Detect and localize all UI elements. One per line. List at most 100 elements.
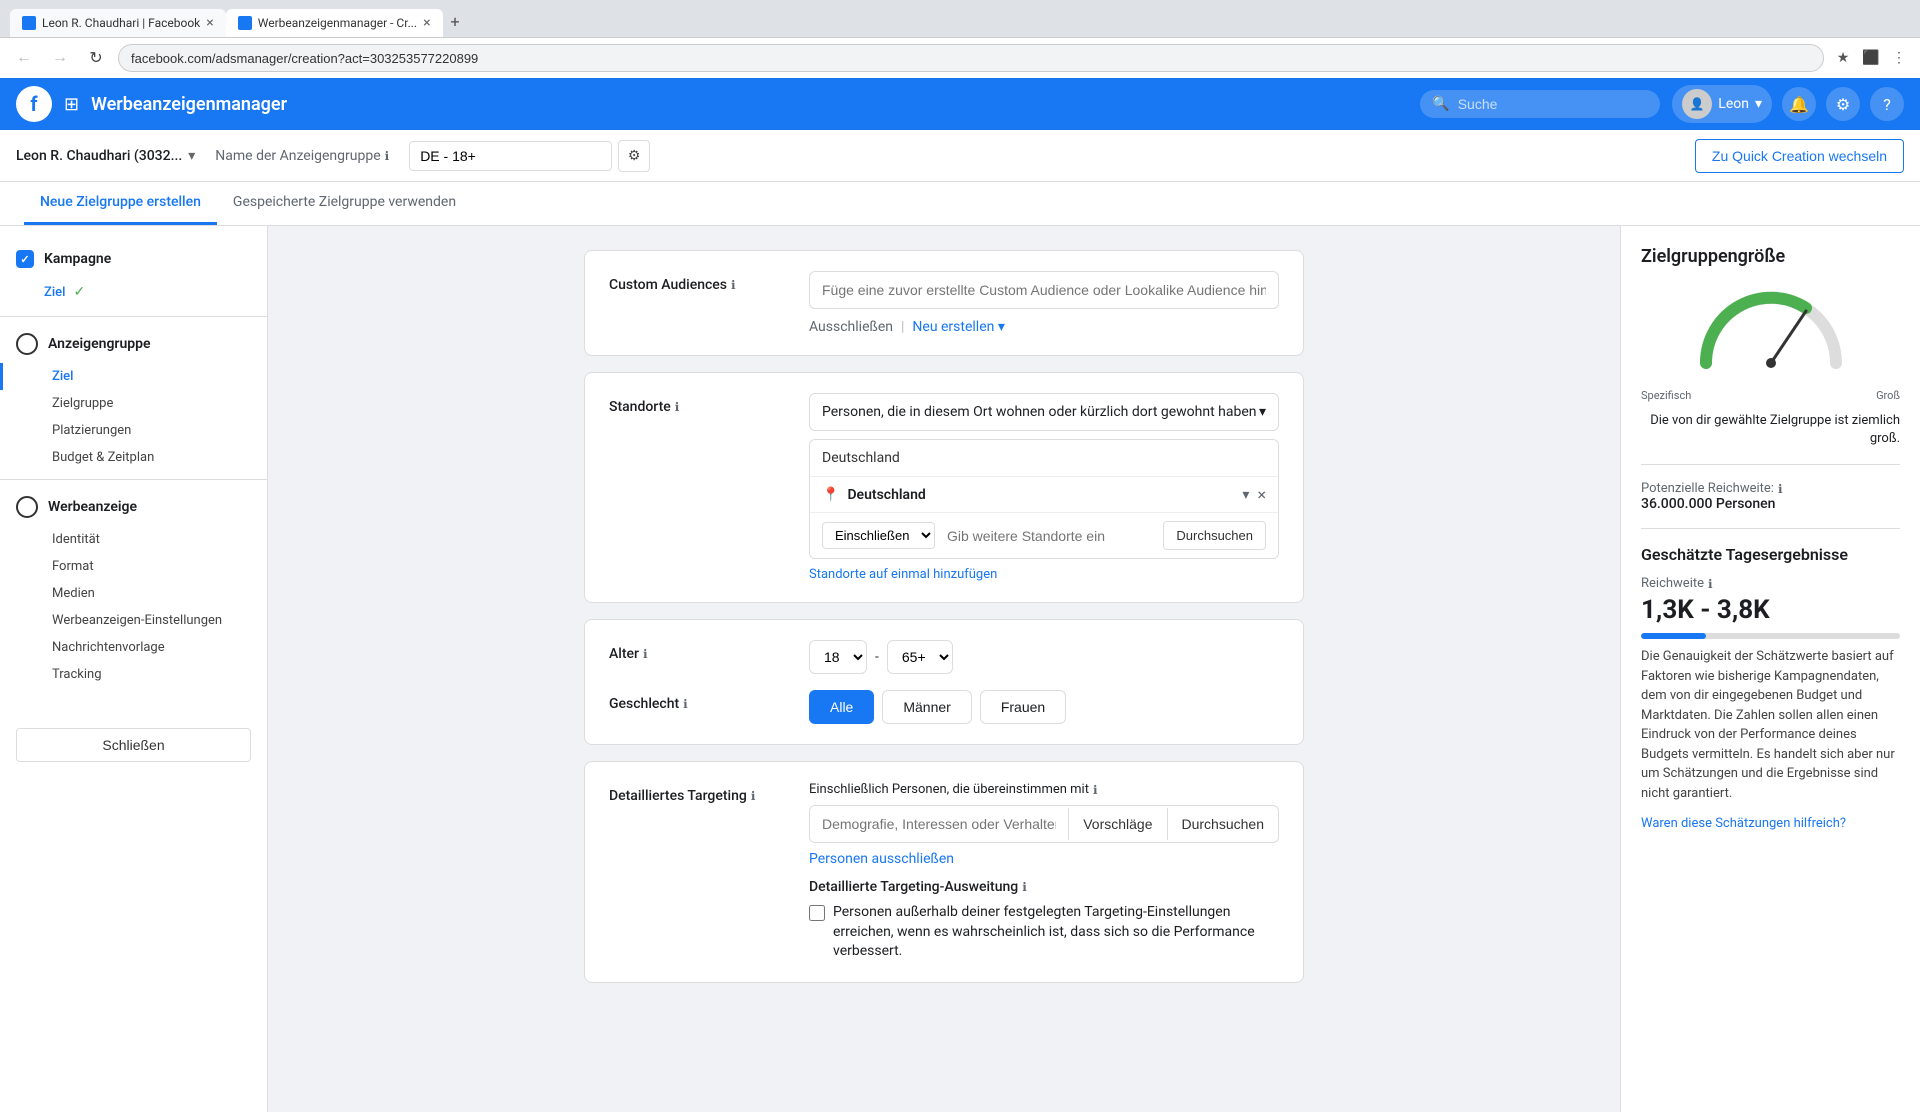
back-btn[interactable]: ← <box>10 44 38 72</box>
exclude-persons-link[interactable]: Personen ausschließen <box>809 851 954 867</box>
add-bulk-link[interactable]: Standorte auf einmal hinzufügen <box>809 567 1279 582</box>
forward-btn[interactable]: → <box>46 44 74 72</box>
sidebar-item-zielgruppe[interactable]: Zielgruppe <box>0 390 267 417</box>
browser-tab-1[interactable]: Leon R. Chaudhari | Facebook × <box>10 9 226 37</box>
gender-alle-btn[interactable]: Alle <box>809 690 874 724</box>
search-input[interactable] <box>1458 96 1638 112</box>
location-include-row: Einschließen Durchsuchen <box>810 512 1278 558</box>
gender-frauen-btn[interactable]: Frauen <box>980 690 1066 724</box>
audience-separator: | <box>901 319 904 335</box>
help-icon[interactable]: ? <box>1870 87 1904 121</box>
sidebar-close-btn[interactable]: Schließen <box>16 728 251 762</box>
werbeanzeige-circle-icon <box>16 496 38 518</box>
location-item-deutschland: 📍 Deutschland ▾ × <box>810 477 1278 512</box>
detailed-targeting-control: Einschließlich Personen, die übereinstim… <box>809 782 1279 962</box>
refresh-btn[interactable]: ↻ <box>82 44 110 72</box>
age-min-select[interactable]: 18 <box>809 640 867 674</box>
custom-audiences-input[interactable] <box>809 271 1279 309</box>
expansion-description: Personen außerhalb deiner festgelegten T… <box>833 903 1279 962</box>
helpful-link[interactable]: Waren diese Schätzungen hilfreich? <box>1641 816 1846 831</box>
durchsuchen-btn[interactable]: Durchsuchen <box>1167 808 1279 840</box>
sidebar-item-platzierungen[interactable]: Platzierungen <box>0 417 267 444</box>
exclude-audience-link[interactable]: Ausschließen <box>809 319 893 335</box>
expansion-title-row: Detaillierte Targeting-Ausweitung ℹ <box>809 879 1279 895</box>
custom-audiences-label: Custom Audiences ℹ <box>609 271 789 293</box>
standorte-info-icon: ℹ <box>675 400 680 414</box>
sidebar-section-anzeigengruppe: Anzeigengruppe Ziel Zielgruppe Platzieru… <box>0 325 267 471</box>
sidebar-item-nachrichtenvorlage[interactable]: Nachrichtenvorlage <box>0 634 267 661</box>
location-dropdown-btn[interactable]: Personen, die in diesem Ort wohnen oder … <box>809 393 1279 431</box>
quick-creation-btn[interactable]: Zu Quick Creation wechseln <box>1695 139 1904 173</box>
tab-close-2[interactable]: × <box>423 15 430 31</box>
sidebar-header-werbeanzeige[interactable]: Werbeanzeige <box>0 488 267 526</box>
appbar-actions: 👤 Leon ▾ 🔔 ⚙ ? <box>1672 85 1904 123</box>
reach-bar-fill <box>1641 633 1706 639</box>
targeting-input[interactable] <box>810 806 1068 842</box>
sub-header: Leon R. Chaudhari (3032... ▾ Name der An… <box>0 130 1920 182</box>
sidebar-item-budget[interactable]: Budget & Zeitplan <box>0 444 267 471</box>
location-remove-btn[interactable]: × <box>1257 485 1266 504</box>
sidebar-divider-2 <box>0 479 267 480</box>
ad-group-name-wrapper: ⚙ <box>409 140 650 172</box>
ad-group-label: Name der Anzeigengruppe ℹ <box>215 148 389 164</box>
search-bar[interactable]: 🔍 <box>1420 90 1660 118</box>
bookmark-icon[interactable]: ★ <box>1832 47 1854 69</box>
app-title: Werbeanzeigenmanager <box>91 94 1408 115</box>
sidebar-item-tracking[interactable]: Tracking <box>0 661 267 688</box>
anzeigengruppe-label: Anzeigengruppe <box>48 336 151 352</box>
include-select[interactable]: Einschließen <box>822 522 935 549</box>
geschlecht-control: Alle Männer Frauen <box>809 690 1279 724</box>
sidebar-header-kampagne[interactable]: ✓ Kampagne <box>0 242 267 276</box>
url-bar[interactable] <box>118 44 1824 72</box>
location-name: Deutschland <box>847 487 925 503</box>
location-search-header: Deutschland <box>810 440 1278 477</box>
create-audience-link[interactable]: Neu erstellen ▾ <box>912 319 1004 335</box>
tab-new-group[interactable]: Neue Zielgruppe erstellen <box>24 182 217 225</box>
account-selector[interactable]: Leon R. Chaudhari (3032... ▾ <box>16 148 195 164</box>
browser-tab-2[interactable]: Werbeanzeigenmanager - Cr... × <box>226 9 443 37</box>
kampagne-label: Kampagne <box>44 251 111 267</box>
notifications-icon[interactable]: 🔔 <box>1782 87 1816 121</box>
extensions-icon[interactable]: ⬛ <box>1860 47 1882 69</box>
main-layout: ✓ Kampagne Ziel ✓ Anzeigengruppe Ziel Zi… <box>0 226 1920 1112</box>
ad-group-name-input[interactable] <box>409 141 612 171</box>
gauge-labels: Spezifisch Groß <box>1641 389 1900 402</box>
location-browse-btn[interactable]: Durchsuchen <box>1163 521 1266 550</box>
sidebar-item-format[interactable]: Format <box>0 553 267 580</box>
settings-icon[interactable]: ⚙ <box>1826 87 1860 121</box>
potential-reach-stat: Potenzielle Reichweite: ℹ 36.000.000 Per… <box>1641 481 1900 512</box>
panel-title: Zielgruppengröße <box>1641 246 1900 267</box>
ad-group-settings-btn[interactable]: ⚙ <box>618 140 650 172</box>
panel-divider-2 <box>1641 528 1900 529</box>
sidebar-item-identitaet[interactable]: Identität <box>0 526 267 553</box>
tab-saved-group[interactable]: Gespeicherte Zielgruppe verwenden <box>217 182 472 225</box>
location-dropdown-arrow: ▾ <box>1259 404 1266 420</box>
location-search-input[interactable] <box>943 524 1155 548</box>
age-max-select[interactable]: 65+ <box>887 640 953 674</box>
account-dropdown-arrow: ▾ <box>188 148 195 164</box>
user-chip[interactable]: 👤 Leon ▾ <box>1672 85 1772 123</box>
sidebar-item-medien[interactable]: Medien <box>0 580 267 607</box>
chrome-menu-icon[interactable]: ⋮ <box>1888 47 1910 69</box>
sidebar-header-anzeigengruppe[interactable]: Anzeigengruppe <box>0 325 267 363</box>
gender-maenner-btn[interactable]: Männer <box>882 690 971 724</box>
expansion-info-icon: ℹ <box>1022 880 1027 894</box>
vorschlaege-btn[interactable]: Vorschläge <box>1068 808 1166 840</box>
reach-bar <box>1641 633 1900 639</box>
grid-icon[interactable]: ⊞ <box>64 94 79 115</box>
tab-close-1[interactable]: × <box>206 15 213 31</box>
location-expand-icon[interactable]: ▾ <box>1242 487 1249 503</box>
anzeigengruppe-circle-icon <box>16 333 38 355</box>
alter-control: 18 - 65+ <box>809 640 1279 674</box>
sidebar-item-ziel[interactable]: Ziel ✓ <box>0 276 267 308</box>
alter-label: Alter ℹ <box>609 640 789 662</box>
new-tab-btn[interactable]: + <box>443 6 468 37</box>
sidebar-item-ziel2[interactable]: Ziel <box>0 363 267 390</box>
browser-chrome: Leon R. Chaudhari | Facebook × Werbeanze… <box>0 0 1920 78</box>
panel-divider-1 <box>1641 464 1900 465</box>
sidebar-item-werbeanzeigen-einstellungen[interactable]: Werbeanzeigen-Einstellungen <box>0 607 267 634</box>
expansion-checkbox[interactable] <box>809 905 825 921</box>
werbeanzeige-label: Werbeanzeige <box>48 499 137 515</box>
avatar: 👤 <box>1682 89 1712 119</box>
reach-label-row: Reichweite ℹ <box>1641 576 1900 591</box>
